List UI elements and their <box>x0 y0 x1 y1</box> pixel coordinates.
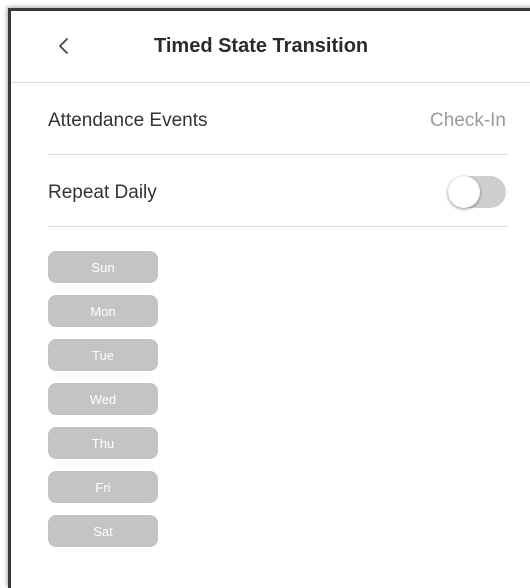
day-chip-tue[interactable]: Tue <box>48 339 158 371</box>
attendance-events-label: Attendance Events <box>48 110 208 131</box>
app-window: Timed State Transition Attendance Events… <box>8 8 530 588</box>
day-chip-sat[interactable]: Sat <box>48 515 158 547</box>
weekday-list: Sun Mon Tue Wed Thu Fri Sat <box>48 251 160 559</box>
day-chip-mon[interactable]: Mon <box>48 295 158 327</box>
header-bar: Timed State Transition <box>11 11 530 83</box>
attendance-events-row[interactable]: Attendance Events Check-In <box>48 83 508 155</box>
day-chip-sun[interactable]: Sun <box>48 251 158 283</box>
page-title: Timed State Transition <box>154 35 369 57</box>
day-chip-wed[interactable]: Wed <box>48 383 158 415</box>
back-button[interactable] <box>49 31 79 61</box>
repeat-daily-label: Repeat Daily <box>48 182 157 203</box>
repeat-daily-toggle[interactable] <box>448 176 506 208</box>
day-chip-thu[interactable]: Thu <box>48 427 158 459</box>
attendance-events-value: Check-In <box>429 110 506 131</box>
toggle-knob <box>448 176 480 208</box>
repeat-daily-row: Repeat Daily <box>48 155 508 227</box>
chevron-left-icon <box>59 38 68 54</box>
day-chip-fri[interactable]: Fri <box>48 471 158 503</box>
